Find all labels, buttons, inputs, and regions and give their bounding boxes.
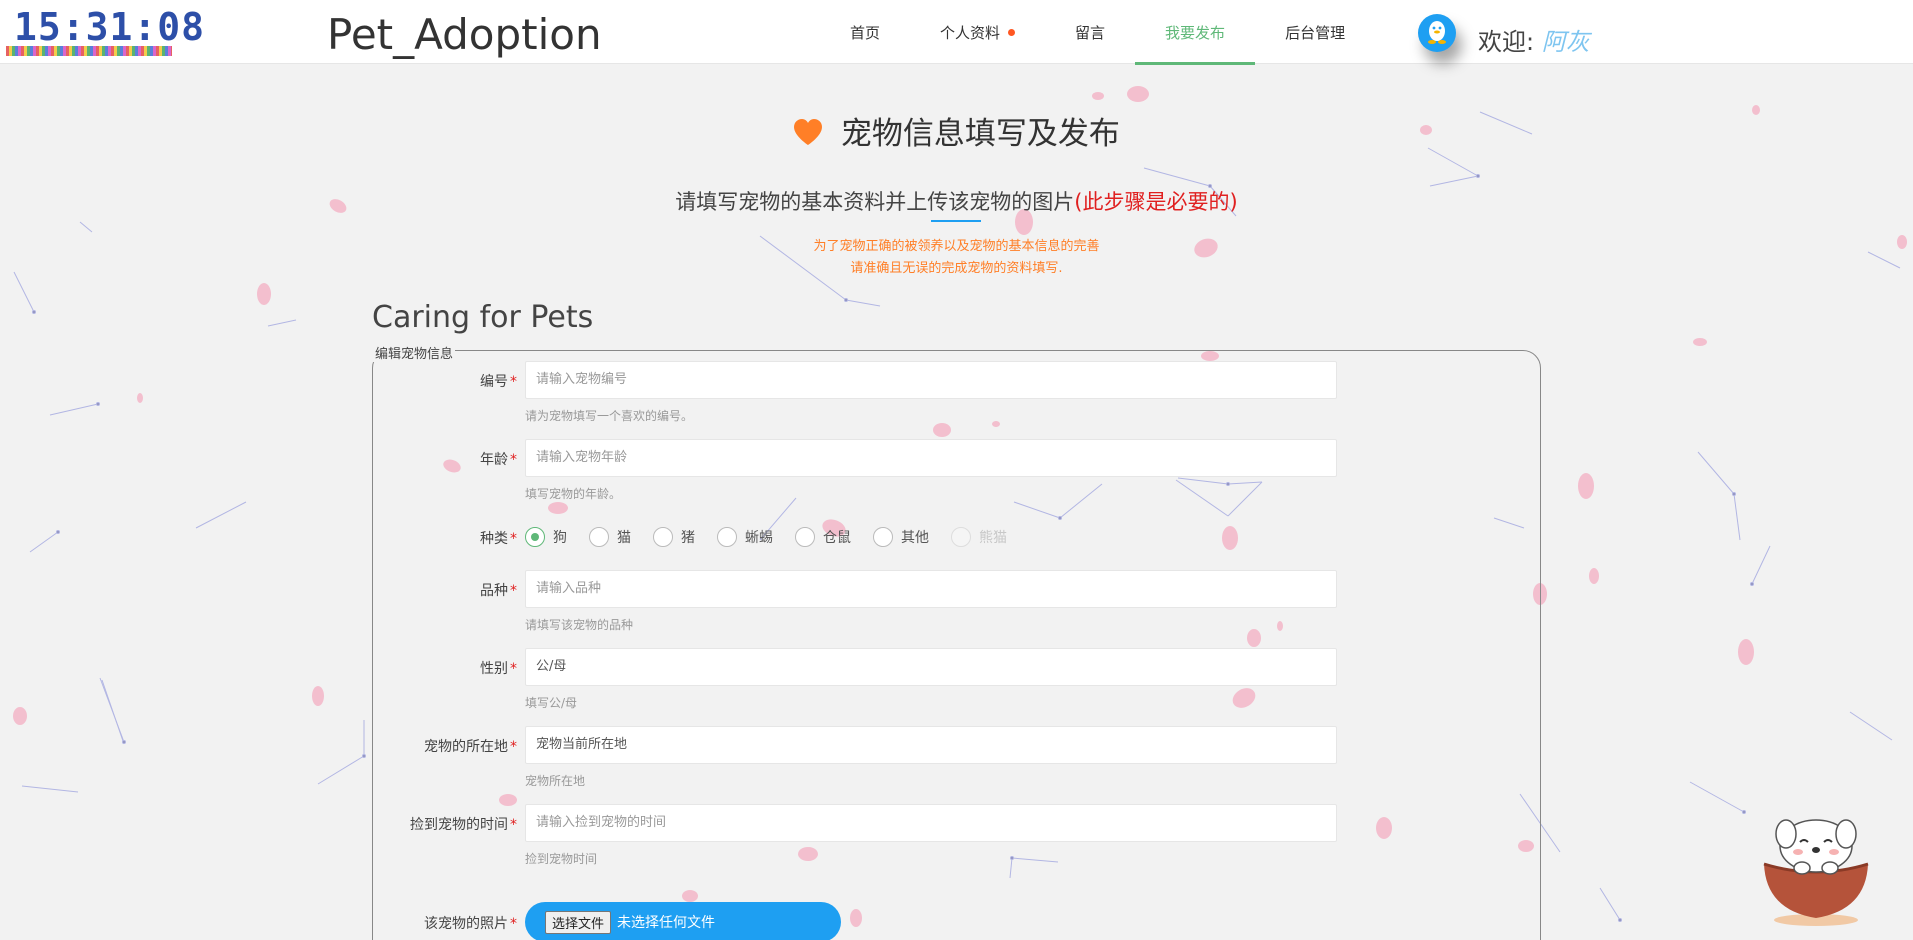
nav-item-publish[interactable]: 我要发布 [1135,0,1256,65]
field-hint: 请填写该宠物的品种 [525,618,634,632]
field-label-text: 宠物的所在地 [424,739,508,755]
pet-breed-input[interactable]: 请输入品种 [525,570,1337,608]
radio-circle [873,527,893,547]
species-option-dog[interactable]: 狗 [525,527,567,547]
radio-label: 熊猫 [979,530,1007,546]
field-label-text: 种类 [480,531,508,547]
top-navbar: 15:31:08 Pet_Adoption 首页 个人资料 留言 我要发布 后台… [0,0,1913,65]
page-title: 宠物信息填写及发布 [0,108,1913,154]
pet-age-input[interactable]: 请输入宠物年龄 [525,439,1337,477]
required-mark: * [510,374,517,390]
field-label: 宠物的所在地 * [373,736,521,756]
required-mark: * [510,452,517,468]
choose-file-button[interactable]: 选择文件 [545,910,612,934]
pet-location-input[interactable]: 宠物当前所在地 [525,726,1337,764]
required-mark: * [510,817,517,833]
radio-label: 蜥蜴 [745,530,773,546]
field-label-text: 捡到宠物的时间 [410,817,508,833]
field-label: 年龄 * [373,449,521,469]
field-hint: 填写公/母 [525,696,578,710]
species-option-lizard[interactable]: 蜥蜴 [717,527,773,547]
field-label: 种类 * [373,528,521,548]
pet-info-form: 编辑宠物信息 编号 * 请输入宠物编号 请为宠物填写一个喜欢的编号。 年龄 * 请输… [372,343,1541,940]
field-label: 性别 * [373,658,521,678]
species-option-pig[interactable]: 猪 [653,527,695,547]
radio-circle [717,527,737,547]
username[interactable]: 阿灰 [1542,28,1590,56]
field-label-text: 编号 [480,374,508,390]
field-hint: 请为宠物填写一个喜欢的编号。 [525,409,694,423]
species-option-cat[interactable]: 猫 [589,527,631,547]
species-option-other[interactable]: 其他 [873,527,929,547]
instruction-note-line2: 请准确且无误的完成宠物的资料填写. [850,261,1063,276]
radio-label: 其他 [901,530,929,546]
radio-circle [653,527,673,547]
field-hint: 填写宠物的年龄。 [525,487,622,501]
welcome-label: 欢迎: [1478,28,1535,56]
field-hint: 捡到宠物时间 [525,852,598,866]
radio-label: 狗 [553,530,567,546]
radio-label: 仓鼠 [823,530,851,546]
subtitle-text: 请填写宠物的基本资料并上传该宠物的图片 [675,190,1075,214]
species-radio-group: 狗 猫 猪 蜥蜴 仓鼠 其他 熊猫 [525,526,1029,548]
nav-item-profile[interactable]: 个人资料 [910,0,1045,64]
radio-label: 猫 [617,530,631,546]
required-mark: * [510,739,517,755]
field-label: 品种 * [373,580,521,600]
nav-item-messages[interactable]: 留言 [1045,0,1135,64]
field-label: 编号 * [373,371,521,391]
qq-penguin-icon[interactable] [1418,14,1456,52]
photo-upload[interactable]: 选择文件 未选择任何文件 [525,902,841,940]
nav-item-label: 首页 [850,23,881,42]
required-mark: * [510,531,517,547]
radio-circle [525,527,545,547]
found-time-input[interactable]: 请输入捡到宠物的时间 [525,804,1337,842]
species-option-panda: 熊猫 [951,527,1007,547]
required-mark: * [510,661,517,677]
nav-item-label: 我要发布 [1165,23,1226,42]
nav-item-home[interactable]: 首页 [820,0,910,64]
section-title: Caring for Pets [372,300,594,335]
field-hint: 宠物所在地 [525,774,586,788]
subtitle-required-text: (此步骤是必要的) [1074,190,1238,214]
radio-circle [951,527,971,547]
field-label: 捡到宠物的时间 * [373,814,521,834]
nav-item-label: 个人资料 [940,23,1001,42]
field-label: 该宠物的照片 * [373,913,521,933]
heart-icon [793,118,823,154]
site-title[interactable]: Pet_Adoption [327,10,602,60]
file-status-text: 未选择任何文件 [617,915,716,931]
species-option-hamster[interactable]: 仓鼠 [795,527,851,547]
notification-dot [1008,28,1016,36]
field-label-text: 品种 [480,583,508,599]
welcome-text: 欢迎: 阿灰 [1478,22,1590,57]
dog-in-bowl-mascot[interactable] [1756,800,1876,930]
pet-number-input[interactable]: 请输入宠物编号 [525,361,1337,399]
nav-item-admin[interactable]: 后台管理 [1255,0,1375,64]
field-label-text: 该宠物的照片 [424,916,508,932]
radio-circle [795,527,815,547]
form-legend: 编辑宠物信息 [373,343,456,362]
field-label-text: 性别 [480,661,508,677]
radio-circle [589,527,609,547]
required-mark: * [510,583,517,599]
page-subtitle: 请填写宠物的基本资料并上传该宠物的图片(此步骤是必要的) [0,186,1913,216]
subtitle-underline [931,220,981,222]
nav-item-label: 后台管理 [1285,23,1346,42]
radio-label: 猪 [681,530,695,546]
nav-item-label: 留言 [1075,23,1106,42]
clock-decoration [6,46,172,56]
field-label-text: 年龄 [480,452,508,468]
required-mark: * [510,916,517,932]
pet-gender-input[interactable]: 公/母 [525,648,1337,686]
instruction-note-line1: 为了宠物正确的被领养以及宠物的基本信息的完善 [813,239,1100,254]
page-title-text: 宠物信息填写及发布 [840,116,1120,152]
main-nav: 首页 个人资料 留言 我要发布 后台管理 [820,0,1375,65]
